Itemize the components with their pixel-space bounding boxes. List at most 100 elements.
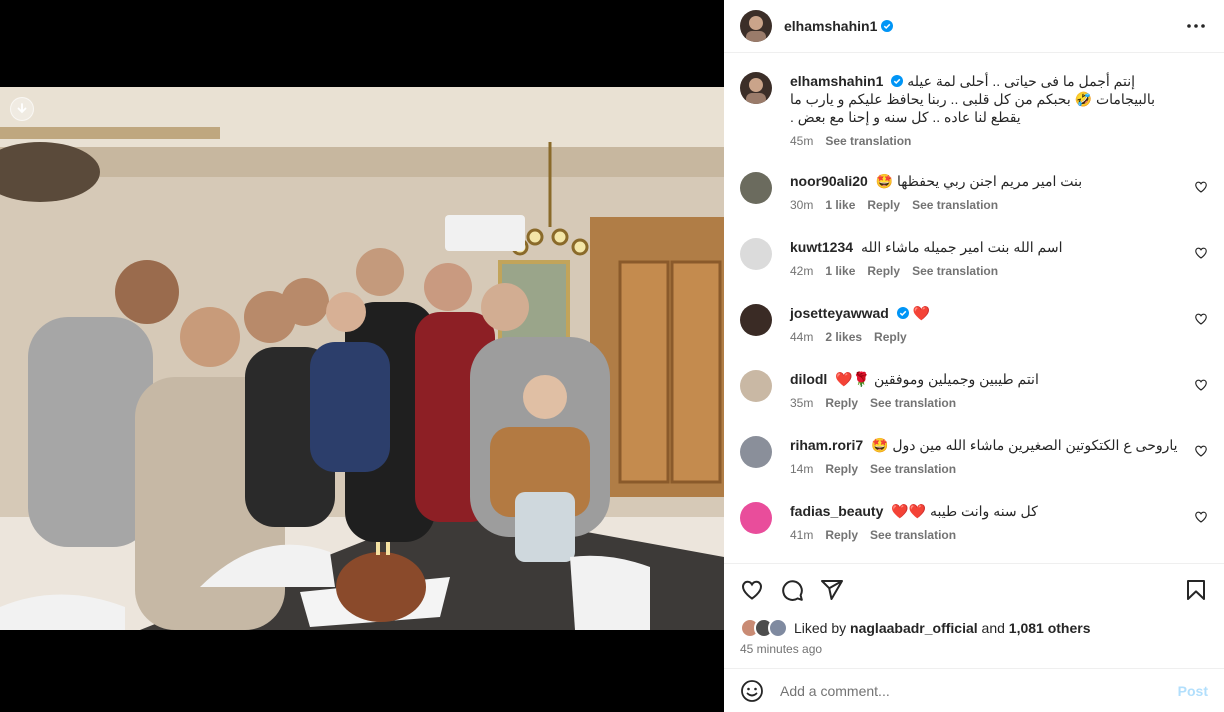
- comment-row: dilodl انتم طيبين وجميلين وموفقين 🌹❤️ 35…: [740, 370, 1208, 410]
- see-translation-button[interactable]: See translation: [912, 198, 998, 212]
- comment-meta: 42m 1 like Reply See translation: [790, 264, 1180, 278]
- comment-meta: 35m Reply See translation: [790, 396, 1180, 410]
- comment-meta: 44m 2 likes Reply: [790, 330, 1180, 344]
- comment-text: josetteyawwad ❤️: [790, 304, 1180, 322]
- commenter-username[interactable]: kuwt1234: [790, 239, 853, 255]
- likes-and: and: [981, 620, 1005, 636]
- comment-row: noor90ali20 بنت امير مريم اجنن ربي يحفظه…: [740, 172, 1208, 212]
- reply-button[interactable]: Reply: [867, 264, 900, 278]
- comment-meta: 41m Reply See translation: [790, 528, 1180, 542]
- likes-others[interactable]: 1,081 others: [1009, 620, 1091, 636]
- caption-username[interactable]: elhamshahin1: [790, 73, 883, 89]
- post-side-panel: elhamshahin1 elhamshahin1 إنتم أجمل ما ف…: [724, 0, 1224, 712]
- comment-bar: Post: [724, 668, 1224, 712]
- caption-body: elhamshahin1 إنتم أجمل ما فى حياتى .. أح…: [790, 72, 1208, 148]
- commenter-avatar[interactable]: [740, 370, 772, 402]
- commenter-username[interactable]: josetteyawwad: [790, 305, 889, 321]
- liker-username[interactable]: naglaabadr_official: [850, 620, 978, 636]
- commenter-username[interactable]: riham.rori7: [790, 437, 863, 453]
- comment-row: fadias_beauty كل سنه وانت طيبه ❤️❤️ 41m R…: [740, 502, 1208, 542]
- comment-time: 44m: [790, 330, 814, 344]
- see-translation-button[interactable]: See translation: [870, 396, 956, 410]
- comment-like-heart-icon[interactable]: [1194, 180, 1208, 194]
- commenter-avatar[interactable]: [740, 172, 772, 204]
- commenter-username[interactable]: noor90ali20: [790, 173, 868, 189]
- author-name-block: elhamshahin1: [784, 18, 1184, 34]
- like-heart-icon[interactable]: [740, 578, 764, 602]
- comment-content: ياروحى ع الكتكوتين الصغيرين ماشاء الله م…: [871, 437, 1178, 453]
- comment-content: انتم طيبين وجميلين وموفقين 🌹❤️: [835, 371, 1039, 387]
- commenter-avatar[interactable]: [740, 238, 772, 270]
- reply-button[interactable]: Reply: [874, 330, 907, 344]
- comment-body: noor90ali20 بنت امير مريم اجنن ربي يحفظه…: [790, 172, 1208, 212]
- commenter-avatar[interactable]: [740, 304, 772, 336]
- likes-summary: Liked by naglaabadr_official and 1,081 o…: [740, 618, 1091, 638]
- comment-content: اسم الله بنت امير جميله ماشاء الله: [860, 239, 1063, 255]
- caption-time: 45m: [790, 134, 814, 148]
- likes-text: Liked by naglaabadr_official and 1,081 o…: [794, 620, 1091, 636]
- see-translation-button[interactable]: See translation: [870, 462, 956, 476]
- comment-like-heart-icon[interactable]: [1194, 378, 1208, 392]
- comments-list[interactable]: elhamshahin1 إنتم أجمل ما فى حياتى .. أح…: [724, 54, 1224, 562]
- comment-row: kuwt1234 اسم الله بنت امير جميله ماشاء ا…: [740, 238, 1208, 278]
- caption-meta: 45m See translation: [790, 134, 1180, 148]
- post-comment-button[interactable]: Post: [1178, 683, 1208, 699]
- comment-meta: 30m 1 like Reply See translation: [790, 198, 1180, 212]
- author-avatar[interactable]: [740, 10, 772, 42]
- comment-row: riham.rori7 ياروحى ع الكتكوتين الصغيرين …: [740, 436, 1208, 476]
- likes-prefix: Liked by: [794, 620, 847, 636]
- comment-body: fadias_beauty كل سنه وانت طيبه ❤️❤️ 41m R…: [790, 502, 1208, 542]
- comment-time: 14m: [790, 462, 814, 476]
- comment-body: dilodl انتم طيبين وجميلين وموفقين 🌹❤️ 35…: [790, 370, 1208, 410]
- see-translation-button[interactable]: See translation: [912, 264, 998, 278]
- comment-input[interactable]: [780, 682, 1178, 699]
- comment-time: 42m: [790, 264, 814, 278]
- more-options-button[interactable]: [1184, 14, 1208, 38]
- liker-avatar: [768, 618, 788, 638]
- verified-badge-icon: [896, 307, 909, 319]
- comment-content: ❤️: [912, 305, 931, 321]
- post-timestamp[interactable]: 45 minutes ago: [740, 642, 822, 656]
- comment-like-heart-icon[interactable]: [1194, 444, 1208, 458]
- comment-time: 30m: [790, 198, 814, 212]
- download-button[interactable]: [10, 97, 34, 121]
- bookmark-icon[interactable]: [1184, 578, 1208, 602]
- commenter-username[interactable]: dilodl: [790, 371, 827, 387]
- comment-text: kuwt1234 اسم الله بنت امير جميله ماشاء ا…: [790, 238, 1180, 256]
- reply-button[interactable]: Reply: [825, 528, 858, 542]
- comment-like-heart-icon[interactable]: [1194, 312, 1208, 326]
- download-icon: [17, 103, 27, 114]
- commenter-avatar[interactable]: [740, 436, 772, 468]
- post-header: elhamshahin1: [724, 0, 1224, 53]
- post-photo[interactable]: [0, 87, 724, 630]
- author-username[interactable]: elhamshahin1: [784, 18, 877, 34]
- comment-time: 41m: [790, 528, 814, 542]
- comment-likes[interactable]: 1 like: [825, 264, 855, 278]
- comment-body: josetteyawwad ❤️ 44m 2 likes Reply: [790, 304, 1208, 344]
- share-icon[interactable]: [820, 578, 844, 602]
- caption-see-translation[interactable]: See translation: [825, 134, 911, 148]
- comment-likes[interactable]: 1 like: [825, 198, 855, 212]
- commenter-avatar[interactable]: [740, 502, 772, 534]
- comment-likes[interactable]: 2 likes: [825, 330, 862, 344]
- comment-text: dilodl انتم طيبين وجميلين وموفقين 🌹❤️: [790, 370, 1180, 388]
- verified-badge-icon: [881, 20, 894, 32]
- comment-body: riham.rori7 ياروحى ع الكتكوتين الصغيرين …: [790, 436, 1208, 476]
- comment-content: بنت امير مريم اجنن ربي يحفظها 🤩: [875, 173, 1083, 189]
- action-bar: Liked by naglaabadr_official and 1,081 o…: [724, 563, 1224, 668]
- commenter-username[interactable]: fadias_beauty: [790, 503, 883, 519]
- emoji-icon[interactable]: [740, 679, 764, 703]
- media-pane: [0, 0, 724, 712]
- reply-button[interactable]: Reply: [867, 198, 900, 212]
- comment-meta: 14m Reply See translation: [790, 462, 1180, 476]
- comment-like-heart-icon[interactable]: [1194, 510, 1208, 524]
- comment-content: كل سنه وانت طيبه ❤️❤️: [891, 503, 1038, 519]
- comment-icon[interactable]: [780, 578, 804, 602]
- see-translation-button[interactable]: See translation: [870, 528, 956, 542]
- comment-text: riham.rori7 ياروحى ع الكتكوتين الصغيرين …: [790, 436, 1180, 454]
- comment-like-heart-icon[interactable]: [1194, 246, 1208, 260]
- reply-button[interactable]: Reply: [825, 396, 858, 410]
- reply-button[interactable]: Reply: [825, 462, 858, 476]
- caption-avatar[interactable]: [740, 72, 772, 104]
- comment-body: kuwt1234 اسم الله بنت امير جميله ماشاء ا…: [790, 238, 1208, 278]
